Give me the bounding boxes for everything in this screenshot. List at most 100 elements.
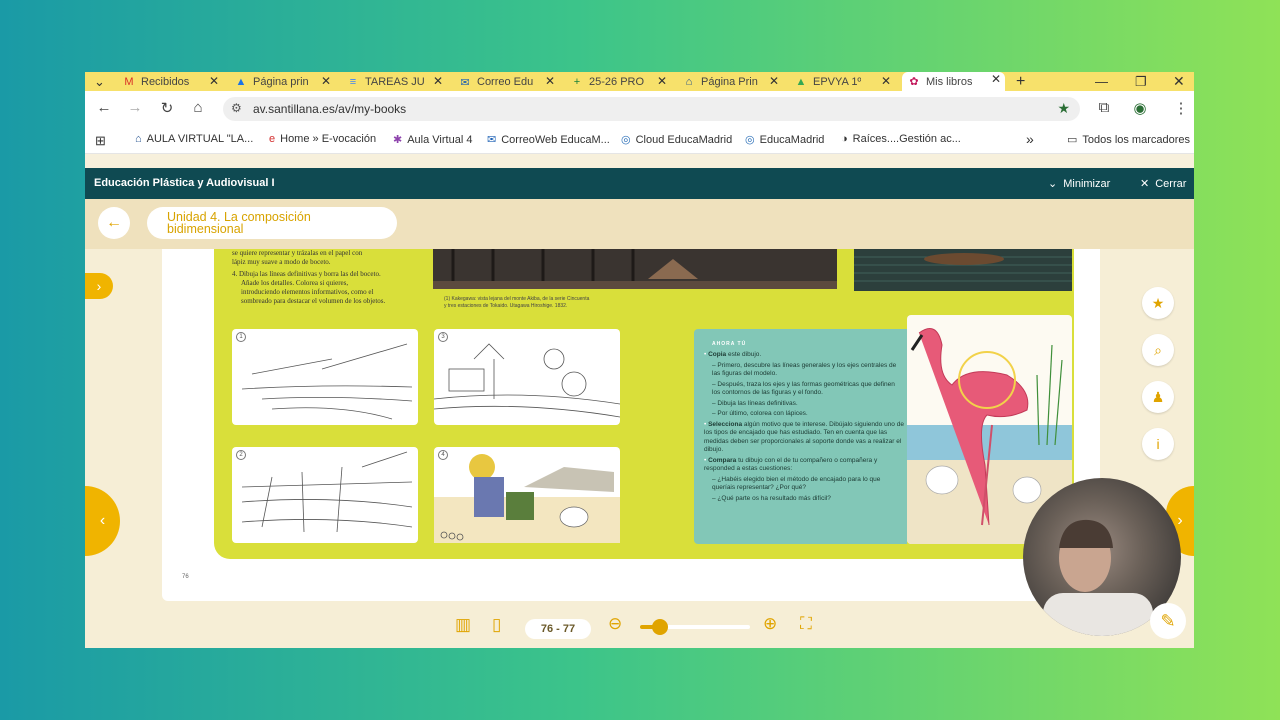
address-bar[interactable]: ⚙ av.santillana.es/av/my-books ★ — [223, 97, 1080, 121]
close-label: Cerrar — [1155, 178, 1187, 190]
extensions-icon[interactable]: ⧉ — [1094, 99, 1114, 116]
zoom-in-icon[interactable]: ⊕ — [763, 614, 777, 634]
activity-subitem: – Dibuja las líneas definitivas. — [704, 400, 904, 409]
minimize-reader-button[interactable]: ⌄ Minimizar — [1048, 177, 1116, 190]
bookmark-item[interactable]: ◑ Raíces....Gestión ac... — [841, 133, 961, 145]
fullscreen-icon[interactable]: ⛶ — [800, 614, 812, 634]
activity-subitem: – Por último, colorea con lápices. — [704, 410, 904, 419]
browser-menu-icon[interactable]: ⋮ — [1171, 99, 1191, 117]
tab-25-26-pro[interactable]: +25-26 PRO ✕ — [571, 74, 671, 90]
activity-subitem: – ¿Qué parte os ha resultado más difícil… — [704, 495, 904, 504]
print-caption: (1) Kakegawa: vista lejana del monte Aki… — [444, 296, 644, 310]
profile-avatar[interactable]: ◉ — [1130, 99, 1150, 117]
close-tab-icon[interactable]: ✕ — [321, 74, 331, 88]
activity-text: – Dibuja las líneas definitivas. — [712, 399, 798, 407]
tab-tareas-ju[interactable]: ≡ TAREAS JU ✕ — [347, 74, 447, 90]
new-tab-button[interactable]: + — [1016, 72, 1025, 91]
intro-line: introduciendo elementos informativos, co… — [241, 288, 374, 296]
all-bookmarks-folder[interactable]: ▭ Todos los marcadores — [1067, 133, 1190, 147]
activity-text: – Después, traza los ejes y las formas g… — [712, 380, 895, 397]
accessibility-icon[interactable]: ♟ — [1142, 381, 1174, 413]
activity-keyword: Selecciona — [708, 420, 743, 428]
tab-label: Página prin — [253, 76, 309, 88]
zoom-slider[interactable] — [640, 619, 750, 635]
restore-window-icon[interactable]: ❐ — [1135, 72, 1147, 91]
close-window-icon[interactable]: ✕ — [1173, 72, 1185, 91]
bookmark-item[interactable]: ◎ EducaMadrid — [745, 133, 824, 147]
bookmark-label: Aula Virtual 4 — [407, 133, 473, 146]
cap-icon: ⌂ — [685, 76, 693, 88]
browser-toolbar: ← → ↻ ⌂ ⚙ av.santillana.es/av/my-books ★… — [85, 91, 1194, 127]
apps-grid-icon[interactable]: ⊞ — [95, 133, 106, 149]
activity-list: • Copia este dibujo. – Primero, descubre … — [704, 351, 904, 505]
zoom-slider-knob[interactable] — [651, 619, 668, 635]
sketch-step-3: 3 — [434, 329, 620, 425]
santillana-icon: ✿ — [909, 76, 919, 88]
activity-bullet: • Copia este dibujo. — [704, 351, 904, 360]
close-tab-icon[interactable]: ✕ — [991, 72, 1001, 86]
activity-keyword: Compara — [708, 456, 737, 464]
home-icon[interactable]: ⌂ — [188, 99, 208, 116]
site-info-icon[interactable]: ⚙ — [231, 101, 242, 115]
tab-recibidos[interactable]: M Recibidos ✕ — [123, 74, 223, 90]
search-icon[interactable]: ⌕ — [1142, 334, 1174, 366]
url-text[interactable]: av.santillana.es/av/my-books — [253, 102, 406, 116]
zoom-out-icon[interactable]: ⊖ — [608, 614, 622, 634]
back-icon[interactable]: ← — [94, 99, 114, 116]
info-icon[interactable]: i — [1142, 428, 1174, 460]
bookmark-star-icon[interactable]: ★ — [1057, 100, 1070, 117]
close-tab-icon[interactable]: ✕ — [769, 74, 779, 88]
page-range-indicator[interactable]: 76 - 77 — [525, 619, 591, 639]
back-arrow-icon[interactable]: ← — [98, 207, 130, 239]
close-tab-icon[interactable]: ✕ — [545, 74, 555, 88]
close-tab-icon[interactable]: ✕ — [881, 74, 891, 88]
tab-epvya-1-[interactable]: ▲ EPVYA 1º ✕ — [795, 74, 895, 90]
bookmark-item[interactable]: e Home » E-vocación — [269, 133, 376, 145]
sparkle-icon: ✱ — [393, 134, 403, 146]
activity-box: AHORA TÚ • Copia este dibujo. – Primero, … — [694, 329, 907, 544]
activity-subitem: – ¿Habéis elegido bien el método de enca… — [704, 476, 904, 493]
bookmark-label: Raíces....Gestión ac... — [852, 133, 961, 145]
favorites-star-icon[interactable]: ★ — [1142, 287, 1174, 319]
intro-line: 4. Dibuja las líneas definitivas y borra… — [232, 270, 381, 278]
folder-icon: ▭ — [1067, 134, 1078, 146]
close-tab-icon[interactable]: ✕ — [209, 74, 219, 88]
bookmark-item[interactable]: ✉ CorreoWeb EducaM... — [487, 133, 610, 147]
educamadrid-icon: ◎ — [745, 134, 755, 146]
activity-subitem: – Primero, descubre las líneas generales… — [704, 362, 904, 379]
caption-line: (1) Kakegawa: vista lejana del monte Aki… — [444, 296, 590, 302]
book-title: Educación Plástica y Audiovisual I — [94, 177, 275, 189]
unit-title-pill[interactable]: Unidad 4. La composición bidimensional — [147, 207, 397, 239]
bookmark-item[interactable]: ◎ Cloud EducaMadrid — [621, 133, 732, 147]
caption-line: y tres estaciones de Tokaido. Utagawa Hi… — [444, 303, 568, 309]
close-tab-icon[interactable]: ✕ — [433, 74, 443, 88]
reload-icon[interactable]: ↻ — [157, 99, 177, 117]
tab-search-chevron-icon[interactable]: ⌄ — [94, 72, 105, 91]
close-tab-icon[interactable]: ✕ — [657, 74, 667, 88]
pencil-annotate-icon[interactable]: ✎ — [1150, 603, 1186, 639]
minimize-window-icon[interactable]: — — [1095, 72, 1108, 91]
index-toggle-icon[interactable]: › — [85, 273, 113, 299]
tab-p-gina-prin[interactable]: ⌂ Página Prin ✕ — [683, 74, 783, 90]
single-page-view-icon[interactable]: ▯ — [492, 615, 501, 635]
bookmark-label: CorreoWeb EducaM... — [501, 133, 610, 146]
close-reader-button[interactable]: ✕ Cerrar — [1140, 177, 1192, 190]
intro-line: Añade los detalles. Colorea si quieres, — [241, 279, 349, 287]
tab-correo-edu[interactable]: ✉ Correo Edu ✕ — [459, 74, 559, 90]
bookmark-item[interactable]: ✱ Aula Virtual 4 — [393, 133, 473, 147]
tab-mis-libros[interactable]: ✿ Mis libros ✕ — [902, 72, 1005, 91]
tab-p-gina-prin[interactable]: ▲ Página prin ✕ — [235, 74, 335, 90]
bookmark-item[interactable]: ⌂ AULA VIRTUAL "LA... — [135, 133, 253, 145]
previous-page-button[interactable]: ‹ — [85, 486, 120, 556]
double-page-view-icon[interactable]: ▥ — [455, 615, 471, 635]
reader-header: Educación Plástica y Audiovisual I ⌄ Mini… — [85, 168, 1194, 199]
activity-subitem: – Después, traza los ejes y las formas g… — [704, 381, 904, 398]
activity-bullet: • Selecciona algún motivo que te interes… — [704, 421, 904, 455]
close-icon: ✕ — [1140, 178, 1150, 190]
sketch-step-4: 4 — [434, 447, 620, 543]
more-bookmarks-chevron[interactable]: » — [1026, 131, 1034, 147]
forward-icon[interactable]: → — [125, 99, 145, 116]
bookmarks-bar: ⊞ ⌂ AULA VIRTUAL "LA... e Home » E-vocación… — [85, 127, 1194, 154]
intro-line: sombreado para destacar el volumen de lo… — [241, 297, 386, 305]
sketch-step-2: 2 — [232, 447, 418, 543]
